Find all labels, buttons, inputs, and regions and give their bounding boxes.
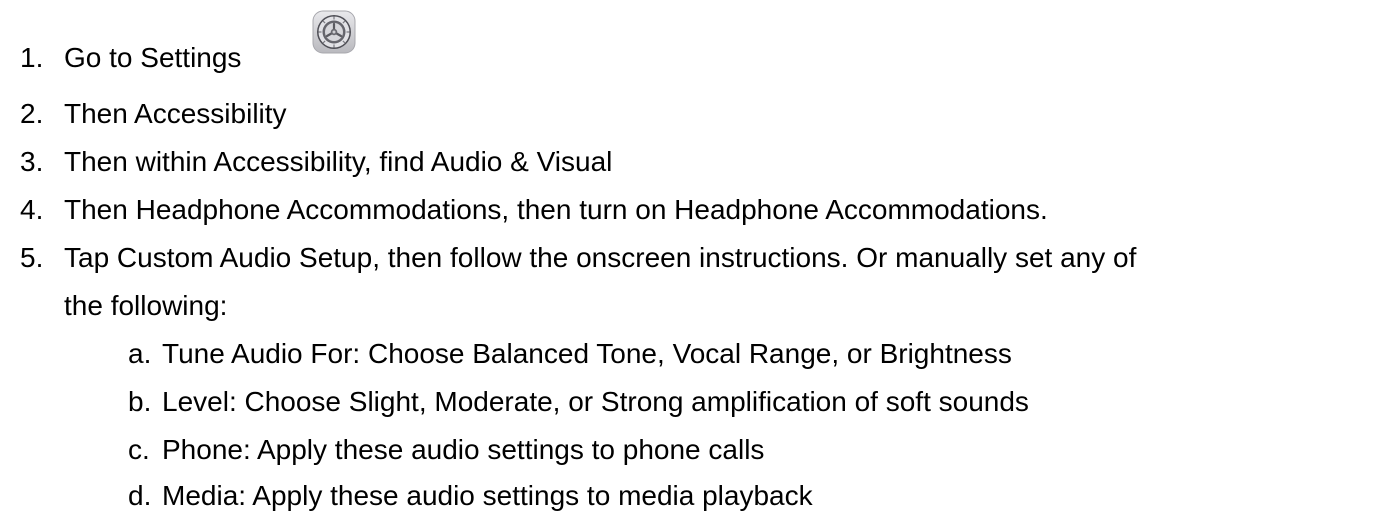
step-text: Tap Custom Audio Setup, then follow the … [64, 242, 1137, 273]
step-number: 2. [20, 98, 44, 129]
step-number: 3. [20, 146, 44, 177]
step-text: Go to Settings [64, 42, 242, 73]
step-text: Then Accessibility [64, 98, 287, 129]
substep-letter: a. [128, 338, 152, 369]
step-text: Then within Accessibility, find Audio & … [64, 146, 613, 177]
instruction-document: 1. Go to Settings 2. Then Accessibility … [0, 0, 1389, 519]
substep-letter: d. [128, 480, 152, 511]
settings-gear-icon [312, 10, 356, 54]
substep-letter: b. [128, 386, 152, 417]
substep-text: Level: Choose Slight, Moderate, or Stron… [162, 386, 1029, 417]
step-number: 5. [20, 242, 44, 273]
substep-text: Tune Audio For: Choose Balanced Tone, Vo… [162, 338, 1012, 369]
step-number: 4. [20, 194, 44, 225]
step-text: the following: [64, 290, 228, 321]
step-text: Then Headphone Accommodations, then turn… [64, 194, 1048, 225]
step-number: 1. [20, 42, 44, 73]
substep-text: Media: Apply these audio settings to med… [162, 480, 813, 511]
substep-text: Phone: Apply these audio settings to pho… [162, 434, 765, 465]
substep-letter: c. [128, 434, 150, 465]
